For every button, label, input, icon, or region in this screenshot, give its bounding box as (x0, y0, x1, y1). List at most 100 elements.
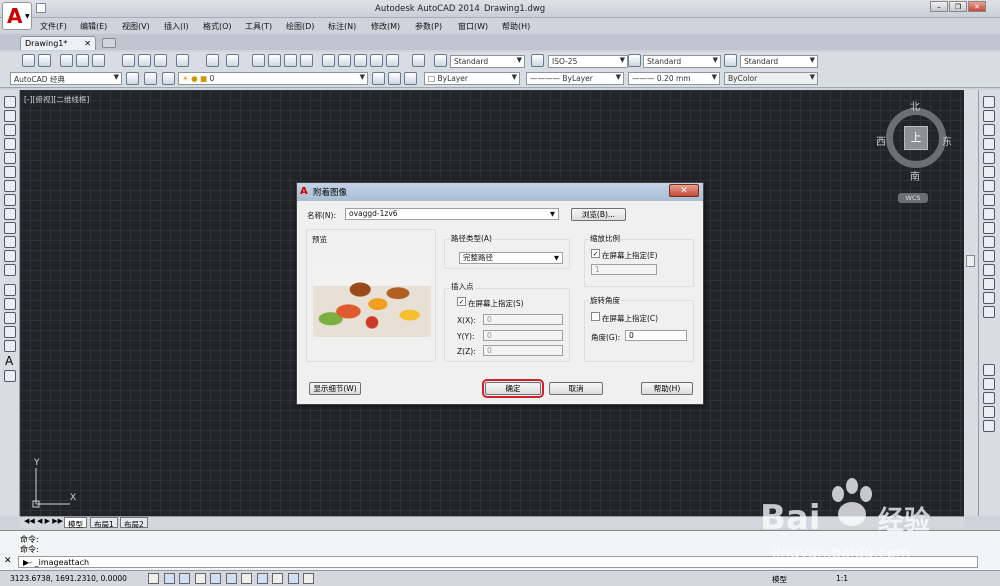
line-icon[interactable] (4, 96, 16, 108)
viewcube[interactable]: 上 北 南 东 西 WCS (876, 98, 956, 208)
grid-toggle[interactable] (179, 573, 191, 584)
print-preview-icon[interactable] (92, 54, 105, 67)
infer-constraints-toggle[interactable] (148, 573, 159, 584)
menu-parametric[interactable]: 参数(P) (415, 21, 442, 32)
compass-west[interactable]: 西 (876, 133, 886, 148)
table-icon[interactable] (4, 340, 16, 352)
undo-icon[interactable] (206, 54, 219, 67)
tab-drawing1[interactable]: Drawing1* ✕ (20, 36, 96, 50)
region-icon[interactable] (4, 326, 16, 338)
arc-icon[interactable] (4, 166, 16, 178)
wrench-icon[interactable]: ✕ (4, 556, 12, 566)
table-style-icon[interactable] (628, 54, 641, 67)
y-input[interactable]: 0 (483, 330, 563, 341)
join-icon[interactable] (983, 264, 995, 276)
cut-icon[interactable] (122, 54, 135, 67)
add-selected-icon[interactable] (4, 370, 16, 382)
copy-icon[interactable] (138, 54, 151, 67)
angle-input[interactable]: 0 (625, 330, 687, 341)
path-type-select[interactable]: 完整路径 ▼ (459, 252, 563, 264)
ellipse-icon[interactable] (4, 222, 16, 234)
ortho-toggle[interactable] (194, 573, 206, 584)
layer-properties-icon[interactable] (162, 72, 175, 85)
spline-icon[interactable] (4, 208, 16, 220)
browse-button[interactable]: 浏览(B)... (571, 208, 626, 221)
redo-icon[interactable] (226, 54, 239, 67)
bring-above-icon[interactable] (983, 406, 995, 418)
text-style-select[interactable]: Standard ▼ (450, 55, 525, 68)
send-back-icon[interactable] (983, 392, 995, 404)
scale-onscreen-checkbox[interactable]: ✓ (591, 249, 600, 258)
plotstyle-select[interactable]: ByColor ▼ (724, 72, 818, 85)
zoom-window-icon[interactable] (284, 54, 297, 67)
scale-input[interactable]: 1 (591, 264, 657, 275)
tab-model[interactable]: 模型 (64, 517, 87, 529)
viewcube-top-face[interactable]: 上 (904, 126, 928, 150)
layer-select[interactable]: ☀ ● ■ 0 ▼ (178, 72, 368, 85)
dialog-close-button[interactable]: ✕ (669, 184, 699, 197)
menu-modify[interactable]: 修改(M) (371, 21, 400, 32)
table-style-select[interactable]: Standard ▼ (643, 55, 721, 68)
sheet-set-icon[interactable] (370, 54, 383, 67)
insert-onscreen-checkbox[interactable]: ✓ (457, 297, 466, 306)
new-tab-button[interactable] (102, 38, 116, 48)
stretch-icon[interactable] (983, 208, 995, 220)
menu-draw[interactable]: 绘图(D) (286, 21, 314, 32)
help-button[interactable]: 帮助(H) (641, 382, 693, 395)
close-button[interactable]: ✕ (968, 1, 986, 12)
dim-style-select[interactable]: ISO-25 ▼ (548, 55, 628, 68)
match-properties-icon[interactable] (176, 54, 189, 67)
workspace-icon[interactable] (144, 72, 157, 85)
rectangle-icon[interactable] (4, 152, 16, 164)
otrack-toggle[interactable] (256, 573, 268, 584)
break-icon[interactable] (983, 250, 995, 262)
polygon-icon[interactable] (4, 138, 16, 150)
linetype-select[interactable]: ———— ByLayer ▼ (526, 72, 624, 85)
tab-layout1[interactable]: 布局1 (90, 517, 118, 529)
help-icon[interactable] (412, 54, 425, 67)
explode-icon[interactable] (983, 306, 995, 318)
save-icon[interactable] (60, 54, 73, 67)
properties-icon[interactable] (322, 54, 335, 67)
menu-file[interactable]: 文件(F) (40, 21, 67, 32)
layer-state-icon[interactable] (404, 72, 417, 85)
restore-button[interactable]: ❐ (949, 1, 967, 12)
menu-window[interactable]: 窗口(W) (458, 21, 488, 32)
chamfer-icon[interactable] (983, 278, 995, 290)
3d-osnap-toggle[interactable] (241, 573, 253, 584)
new-icon[interactable] (22, 54, 35, 67)
tab-navigation-arrows[interactable]: ◀◀ ◀ ▶ ▶▶ (24, 517, 63, 525)
gradient-icon[interactable] (4, 312, 16, 324)
ok-button[interactable]: 确定 (482, 379, 544, 398)
markup-icon[interactable] (386, 54, 399, 67)
z-input[interactable]: 0 (483, 345, 563, 356)
zoom-previous-icon[interactable] (300, 54, 313, 67)
pan-icon[interactable] (252, 54, 265, 67)
send-under-icon[interactable] (983, 420, 995, 432)
design-center-icon[interactable] (338, 54, 351, 67)
menu-format[interactable]: 格式(O) (203, 21, 232, 32)
menu-edit[interactable]: 编辑(E) (80, 21, 107, 32)
make-block-icon[interactable] (4, 264, 16, 276)
insert-block-icon[interactable] (4, 250, 16, 262)
cancel-button[interactable]: 取消 (549, 382, 603, 395)
mirror-icon[interactable] (983, 124, 995, 136)
compass-south[interactable]: 南 (910, 168, 920, 183)
lineweight-toggle[interactable] (303, 573, 315, 584)
ellipse-arc-icon[interactable] (4, 236, 16, 248)
draworder-icon[interactable] (983, 364, 995, 376)
workspace-settings-icon[interactable] (126, 72, 139, 85)
polar-toggle[interactable] (210, 573, 222, 584)
scale-icon[interactable] (983, 194, 995, 206)
offset-icon[interactable] (983, 138, 995, 150)
point-icon[interactable] (4, 284, 16, 296)
tool-palettes-icon[interactable] (354, 54, 367, 67)
application-menu-button[interactable]: A ▼ (2, 2, 32, 30)
compass-north[interactable]: 北 (910, 98, 920, 113)
color-select[interactable]: □ ByLayer ▼ (424, 72, 520, 85)
multileader-style-select[interactable]: Standard ▼ (740, 55, 818, 68)
show-details-button[interactable]: 显示细节(W) (309, 382, 361, 395)
circle-icon[interactable] (4, 180, 16, 192)
polyline-icon[interactable] (4, 124, 16, 136)
minimize-button[interactable]: – (930, 1, 948, 12)
